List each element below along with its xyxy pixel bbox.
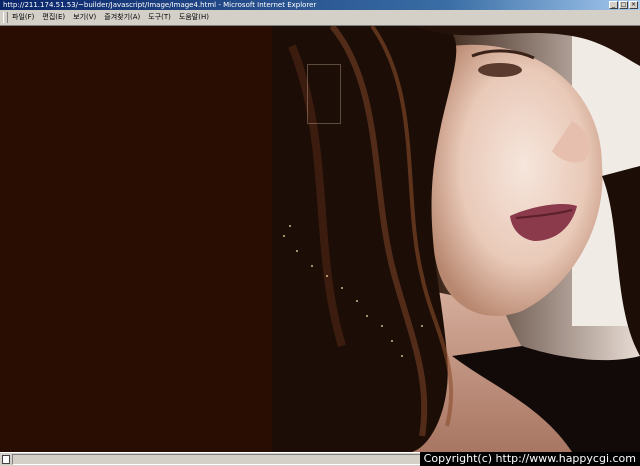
window-controls: _ □ × xyxy=(609,1,638,9)
menu-tools[interactable]: 도구(T) xyxy=(145,12,174,23)
menu-bar: 파일(F) 편집(E) 보기(V) 즐겨찾기(A) 도구(T) 도움말(H) xyxy=(0,10,640,26)
copyright-text: Copyright(c) http://www.happycgi.com xyxy=(419,452,640,466)
menu-help[interactable]: 도움말(H) xyxy=(176,12,212,23)
maximize-button[interactable]: □ xyxy=(619,1,628,9)
menu-view[interactable]: 보기(V) xyxy=(70,12,99,23)
minimize-button[interactable]: _ xyxy=(609,1,618,9)
toolbar-grip[interactable] xyxy=(3,12,8,23)
thumbnail-frame[interactable] xyxy=(307,64,341,124)
dark-panel xyxy=(0,26,272,452)
eye-shape xyxy=(478,63,522,77)
page-icon xyxy=(2,455,10,464)
close-button[interactable]: × xyxy=(629,1,638,9)
status-panel xyxy=(12,454,432,465)
title-bar: http://211.174.51.53/~builder/Javascript… xyxy=(0,0,640,10)
menu-edit[interactable]: 편집(E) xyxy=(39,12,68,23)
menu-file[interactable]: 파일(F) xyxy=(9,12,37,23)
window-title: http://211.174.51.53/~builder/Javascript… xyxy=(3,1,317,9)
menu-favorites[interactable]: 즐겨찾기(A) xyxy=(101,12,143,23)
page-viewport xyxy=(0,26,640,452)
